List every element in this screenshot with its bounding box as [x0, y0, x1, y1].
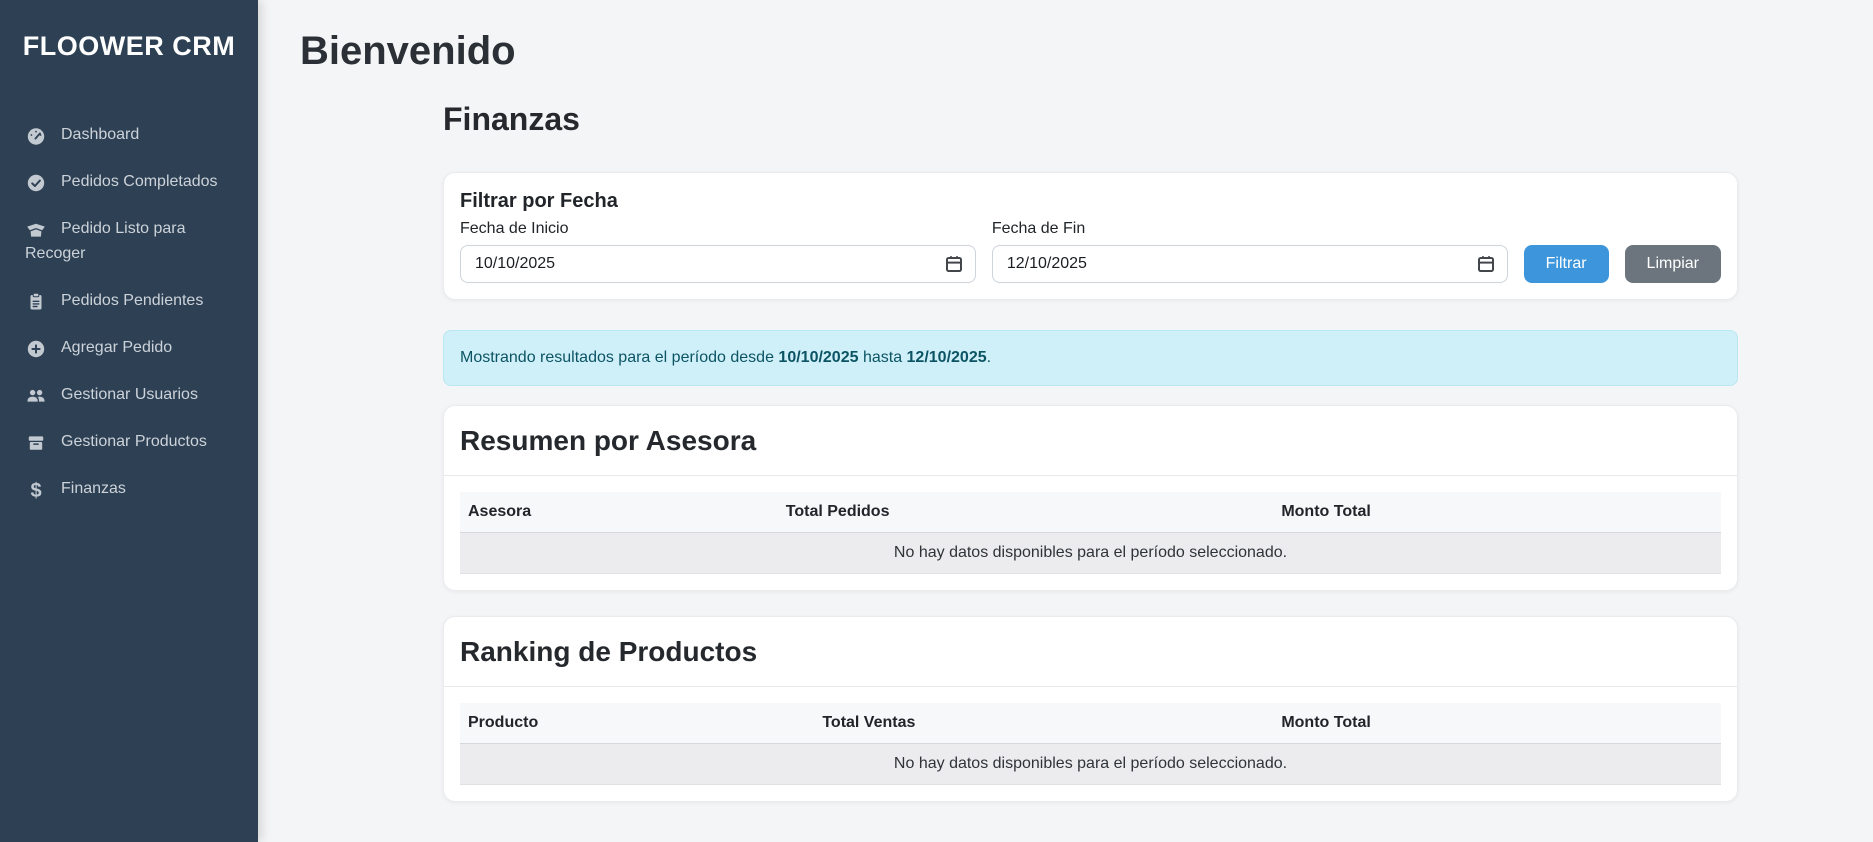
- sidebar-item-agregar-pedido[interactable]: Agregar Pedido: [0, 324, 258, 371]
- filter-button[interactable]: Filtrar: [1524, 245, 1609, 283]
- page-title: Bienvenido: [300, 27, 1873, 75]
- alert-end-date: 12/10/2025: [907, 349, 987, 366]
- check-circle-icon: [25, 173, 47, 193]
- alert-text-middle: hasta: [859, 349, 907, 366]
- resumen-card-body: Asesora Total Pedidos Monto Total No hay…: [444, 476, 1737, 590]
- sidebar-item-label: Gestionar Productos: [61, 433, 207, 450]
- resumen-asesora-card: Resumen por Asesora Asesora Total Pedido…: [443, 405, 1738, 591]
- resumen-table: Asesora Total Pedidos Monto Total No hay…: [460, 492, 1721, 574]
- column-header-total-ventas: Total Ventas: [814, 703, 1273, 744]
- tachometer-icon: [25, 126, 47, 146]
- start-date-label: Fecha de Inicio: [460, 219, 976, 239]
- column-header-asesora: Asesora: [460, 492, 778, 533]
- ranking-card-header: Ranking de Productos: [444, 617, 1737, 687]
- plus-circle-icon: [25, 339, 47, 359]
- ranking-productos-card: Ranking de Productos Producto Total Vent…: [443, 616, 1738, 802]
- column-header-total-pedidos: Total Pedidos: [778, 492, 1274, 533]
- ranking-header-row: Producto Total Ventas Monto Total: [460, 703, 1721, 744]
- start-date-field-group: Fecha de Inicio: [460, 219, 976, 283]
- resumen-empty-row: No hay datos disponibles para el período…: [460, 533, 1721, 574]
- ranking-card-body: Producto Total Ventas Monto Total No hay…: [444, 687, 1737, 801]
- sidebar-item-gestionar-usuarios[interactable]: Gestionar Usuarios: [0, 371, 258, 418]
- column-header-producto: Producto: [460, 703, 814, 744]
- box-icon: [25, 433, 47, 453]
- end-date-label: Fecha de Fin: [992, 219, 1508, 239]
- sidebar-item-label: Pedidos Completados: [61, 173, 218, 190]
- sidebar-item-gestionar-productos[interactable]: Gestionar Productos: [0, 418, 258, 465]
- main-content: Bienvenido Finanzas Filtrar por Fecha Fe…: [258, 0, 1873, 802]
- date-filter-card: Filtrar por Fecha Fecha de Inicio: [443, 172, 1738, 300]
- sidebar-item-label: Gestionar Usuarios: [61, 386, 198, 403]
- sidebar: FLOOWER CRM Dashboard Pedidos Completado: [0, 0, 258, 842]
- sidebar-nav: Dashboard Pedidos Completados Pedido Lis…: [0, 111, 258, 512]
- sidebar-item-pedidos-completados[interactable]: Pedidos Completados: [0, 158, 258, 205]
- sidebar-item-label: Pedidos Pendientes: [61, 292, 203, 309]
- results-alert: Mostrando resultados para el período des…: [443, 330, 1738, 386]
- ranking-title: Ranking de Productos: [460, 635, 1721, 668]
- end-date-input[interactable]: [992, 245, 1508, 283]
- filter-row: Fecha de Inicio Fecha de Fin: [460, 219, 1721, 283]
- sidebar-item-dashboard[interactable]: Dashboard: [0, 111, 258, 158]
- clipboard-list-icon: [25, 292, 47, 312]
- calendar-picker-icon[interactable]: [944, 254, 964, 274]
- users-icon: [25, 386, 47, 406]
- filter-title: Filtrar por Fecha: [460, 189, 1721, 213]
- ranking-empty-message: No hay datos disponibles para el período…: [460, 744, 1721, 785]
- ranking-empty-row: No hay datos disponibles para el período…: [460, 744, 1721, 785]
- end-date-wrap: [992, 245, 1508, 283]
- dollar-icon: $: [25, 481, 47, 501]
- finanzas-title: Finanzas: [443, 101, 1738, 138]
- alert-text-prefix: Mostrando resultados para el período des…: [460, 349, 778, 366]
- finanzas-section: Finanzas Filtrar por Fecha Fecha de Inic…: [443, 101, 1738, 802]
- resumen-header-row: Asesora Total Pedidos Monto Total: [460, 492, 1721, 533]
- sidebar-item-label: Finanzas: [61, 480, 126, 497]
- alert-text-suffix: .: [987, 349, 991, 366]
- resumen-card-header: Resumen por Asesora: [444, 406, 1737, 476]
- alert-start-date: 10/10/2025: [778, 349, 858, 366]
- sidebar-item-label: Pedido Listo para Recoger: [25, 220, 186, 262]
- ranking-table: Producto Total Ventas Monto Total No hay…: [460, 703, 1721, 785]
- sidebar-item-label: Agregar Pedido: [61, 339, 172, 356]
- app-title: FLOOWER CRM: [0, 0, 258, 62]
- sidebar-item-finanzas[interactable]: $ Finanzas: [0, 465, 258, 512]
- resumen-empty-message: No hay datos disponibles para el período…: [460, 533, 1721, 574]
- start-date-wrap: [460, 245, 976, 283]
- clear-button[interactable]: Limpiar: [1625, 245, 1721, 283]
- sidebar-item-pedido-listo[interactable]: Pedido Listo para Recoger: [0, 205, 258, 277]
- sidebar-item-pedidos-pendientes[interactable]: Pedidos Pendientes: [0, 277, 258, 324]
- resumen-title: Resumen por Asesora: [460, 424, 1721, 457]
- column-header-monto-total: Monto Total: [1273, 492, 1721, 533]
- calendar-picker-icon[interactable]: [1476, 254, 1496, 274]
- start-date-input[interactable]: [460, 245, 976, 283]
- column-header-monto-total: Monto Total: [1273, 703, 1721, 744]
- box-open-icon: [25, 220, 47, 240]
- sidebar-item-label: Dashboard: [61, 126, 139, 143]
- end-date-field-group: Fecha de Fin: [992, 219, 1508, 283]
